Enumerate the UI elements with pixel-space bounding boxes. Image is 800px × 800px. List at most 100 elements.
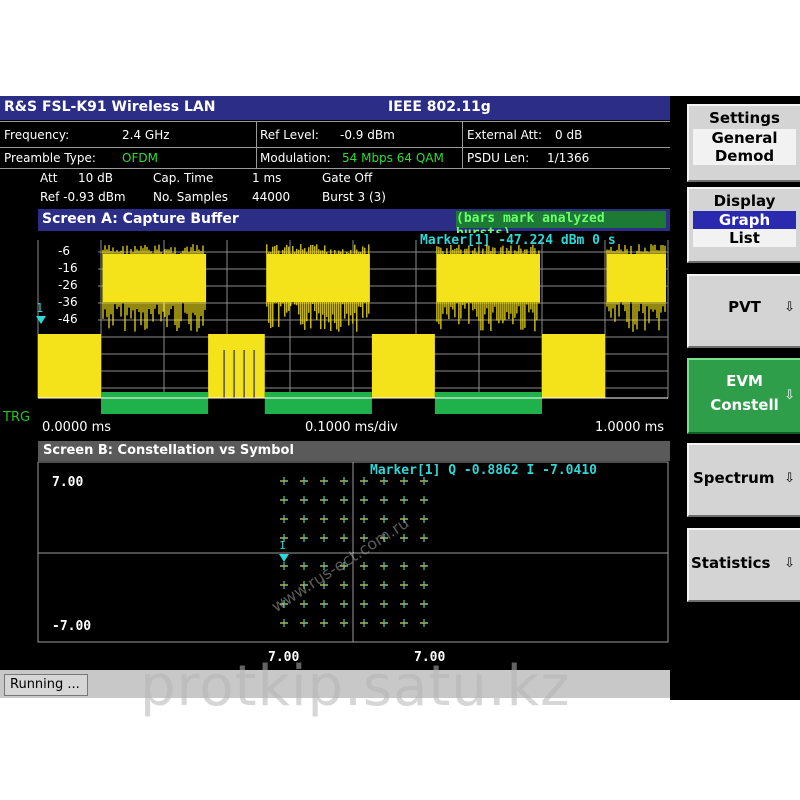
constellation-point	[380, 496, 388, 504]
external-att-label: External Att:	[467, 128, 543, 142]
frequency-label: Frequency:	[4, 128, 70, 142]
submenu-arrow-icon: ⇩	[784, 556, 795, 571]
screen-b-header: Screen B: Constellation vs Symbol	[38, 441, 670, 461]
constellation-point	[300, 619, 308, 627]
constellation-point	[300, 600, 308, 608]
constellation-point	[320, 600, 328, 608]
constellation-point	[400, 581, 408, 589]
burst-value: Burst 3 (3)	[322, 190, 386, 204]
constellation-point	[320, 477, 328, 485]
screen-a-marker-flag: 1	[36, 301, 43, 315]
constellation-point	[360, 515, 368, 523]
app-title: R&S FSL-K91 Wireless LAN	[4, 99, 216, 115]
samples-label: No. Samples	[153, 190, 228, 204]
constellation-point	[380, 600, 388, 608]
pvt-softkey[interactable]: PVT ⇩	[687, 274, 800, 348]
y-tick-label: -26	[58, 278, 78, 292]
frequency-value: 2.4 GHz	[122, 128, 170, 142]
constellation-point	[420, 562, 428, 570]
att-label: Att	[40, 171, 58, 185]
constellation-point	[280, 496, 288, 504]
constellation-point	[320, 496, 328, 504]
constellation-point	[420, 619, 428, 627]
constellation-point	[340, 477, 348, 485]
info-divider	[0, 147, 670, 148]
att-value: 10 dB	[78, 171, 113, 185]
constellation-point	[300, 515, 308, 523]
info-divider	[462, 121, 463, 168]
constellation-point	[340, 619, 348, 627]
constellation-point	[420, 496, 428, 504]
y-top-label: 7.00	[52, 475, 84, 490]
preamble-value: OFDM	[122, 151, 158, 165]
display-softkey[interactable]: Display Graph List	[687, 187, 800, 263]
screen-b-marker-flag: 1	[279, 539, 286, 552]
constellation-point	[360, 477, 368, 485]
submenu-arrow-icon: ⇩	[784, 388, 795, 403]
capture-buffer-y-ticks: -6 -16 -26 -36 -46	[58, 244, 78, 326]
constellation-point	[400, 477, 408, 485]
site-watermark: protkip.satu.kz	[140, 654, 571, 719]
analyzed-bursts-note: (bars mark analyzed bursts)	[456, 211, 666, 241]
trg-label: TRG	[3, 410, 31, 425]
display-title: Display	[713, 192, 776, 210]
evm-constell-softkey[interactable]: EVM Constell ⇩	[687, 358, 800, 434]
constellation-point	[360, 496, 368, 504]
settings-title: Settings	[709, 109, 780, 127]
psdu-label: PSDU Len:	[467, 151, 530, 165]
constellation-marker-icon	[279, 554, 289, 562]
preamble-burst	[371, 334, 435, 398]
constellation-point	[360, 562, 368, 570]
statistics-softkey[interactable]: Statistics ⇩	[687, 528, 800, 602]
constellation-point	[320, 515, 328, 523]
constellation-point	[300, 534, 308, 542]
running-status: Running ...	[4, 674, 88, 696]
constellation-point	[360, 600, 368, 608]
constellation-point	[420, 534, 428, 542]
analyzed-burst-bar	[264, 392, 372, 414]
constellation-point	[300, 477, 308, 485]
screen-a-header: Screen A: Capture Buffer (bars mark anal…	[38, 209, 670, 241]
constellation-point	[420, 477, 428, 485]
constellation-point	[340, 600, 348, 608]
x-end-label: 1.0000 ms	[595, 420, 665, 435]
external-att-value: 0 dB	[555, 128, 583, 142]
display-list-option[interactable]: List	[693, 229, 796, 247]
constellation-point	[320, 619, 328, 627]
capture-buffer-bursts	[38, 244, 666, 414]
x-div-label: 0.1000 ms/div	[305, 420, 398, 435]
submenu-arrow-icon: ⇩	[784, 300, 795, 315]
constellation-point	[300, 562, 308, 570]
standard-title: IEEE 802.11g	[388, 99, 491, 115]
y-tick-label: -46	[58, 312, 78, 326]
samples-value: 44000	[252, 190, 291, 204]
x-start-label: 0.0000 ms	[42, 420, 112, 435]
spectrum-softkey[interactable]: Spectrum ⇩	[687, 443, 800, 517]
constellation-point	[420, 600, 428, 608]
analyzed-burst-bar	[101, 392, 209, 414]
constellation-point	[400, 600, 408, 608]
settings-softkey[interactable]: Settings General Demod	[687, 104, 800, 182]
constellation-point	[420, 581, 428, 589]
constellation-point	[380, 619, 388, 627]
constellation-point	[280, 619, 288, 627]
preamble-burst	[542, 334, 605, 398]
preamble-burst	[208, 334, 265, 398]
ref-value: Ref -0.93 dBm	[40, 190, 126, 204]
analyzed-burst-bar	[434, 392, 542, 414]
constellation-point	[300, 496, 308, 504]
display-graph-option[interactable]: Graph	[693, 211, 796, 229]
constellation-point	[360, 581, 368, 589]
constellation-point	[280, 477, 288, 485]
screen-b-title: Screen B: Constellation vs Symbol	[43, 443, 294, 458]
psdu-value: 1/1366	[547, 151, 590, 165]
title-bar: R&S FSL-K91 Wireless LAN IEEE 802.11g	[0, 96, 670, 120]
constellation-point	[340, 515, 348, 523]
cap-time-label: Cap. Time	[153, 171, 214, 185]
constellation-point	[280, 562, 288, 570]
constellation-point	[380, 581, 388, 589]
ref-level-label: Ref Level:	[260, 128, 319, 142]
settings-demod: Demod	[693, 147, 796, 165]
constellation-point	[380, 477, 388, 485]
constellation-point	[340, 496, 348, 504]
